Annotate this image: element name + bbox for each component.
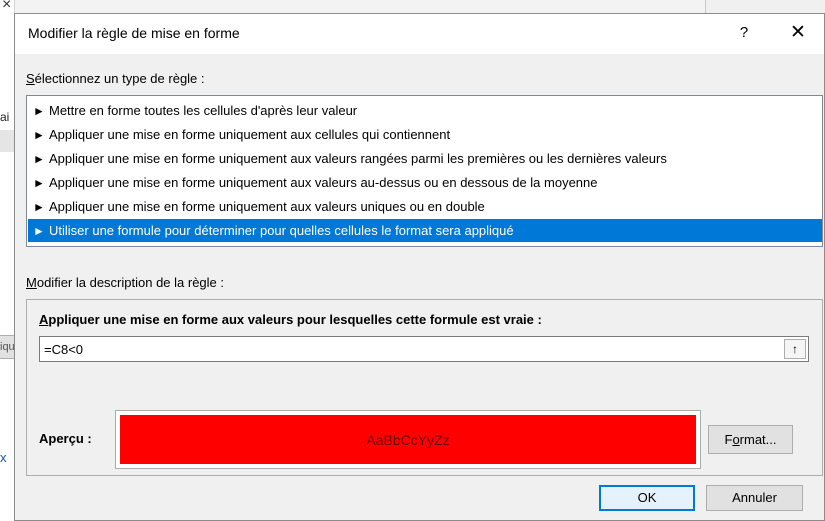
- arrow-right-icon: ►: [33, 200, 45, 214]
- arrow-right-icon: ►: [33, 128, 45, 142]
- format-button[interactable]: Format...: [708, 425, 793, 454]
- arrow-right-icon: ►: [33, 224, 45, 238]
- preview-box: AaBbCcYyZz: [115, 410, 701, 469]
- format-button-text-post: rmat...: [739, 432, 777, 447]
- collapse-dialog-button[interactable]: ↑: [784, 339, 806, 359]
- formula-header-text: ppliquer une mise en forme aux valeurs p…: [48, 312, 542, 327]
- rule-type-item-selected[interactable]: ► Utiliser une formule pour déterminer po…: [28, 219, 822, 242]
- formula-header: Appliquer une mise en forme aux valeurs …: [39, 312, 542, 327]
- rule-type-list[interactable]: ► Mettre en forme toutes les cellules d'a…: [26, 95, 823, 247]
- rule-type-item-label: Utiliser une formule pour déterminer pou…: [49, 223, 514, 238]
- arrow-right-icon: ►: [33, 152, 45, 166]
- formula-input[interactable]: [40, 337, 780, 361]
- rule-type-item-label: Appliquer une mise en forme uniquement a…: [49, 175, 598, 190]
- background-list-fragment: ai: [0, 110, 10, 124]
- rule-type-item-label: Appliquer une mise en forme uniquement a…: [49, 151, 667, 166]
- dialog-titlebar: Modifier la règle de mise en forme ? ✕: [15, 14, 824, 54]
- dialog-title: Modifier la règle de mise en forme: [28, 25, 240, 41]
- rule-type-label: Sélectionnez un type de règle :: [26, 71, 205, 86]
- background-link-fragment[interactable]: x: [0, 450, 14, 465]
- edit-formatting-rule-dialog: Modifier la règle de mise en forme ? ✕ S…: [14, 13, 825, 521]
- arrow-up-icon: ↑: [792, 342, 798, 356]
- formula-header-mnemonic: A: [39, 312, 49, 327]
- rule-description-label-mnemonic: M: [26, 275, 37, 290]
- formula-field: ↑: [39, 336, 809, 362]
- cancel-button[interactable]: Annuler: [706, 485, 803, 511]
- arrow-right-icon: ►: [33, 104, 45, 118]
- rule-type-item[interactable]: ► Mettre en forme toutes les cellules d'a…: [28, 99, 822, 122]
- rule-type-label-text: électionnez un type de règle :: [34, 71, 205, 86]
- background-window-right: [705, 0, 825, 14]
- help-icon[interactable]: ?: [734, 22, 754, 44]
- rule-type-item[interactable]: ► Appliquer une mise en forme uniquement …: [28, 147, 822, 170]
- preview-sample-text: AaBbCcYyZz: [366, 431, 450, 448]
- rule-description-label-text: odifier la description de la règle :: [36, 275, 225, 290]
- rule-description-panel: Appliquer une mise en forme aux valeurs …: [26, 299, 823, 476]
- background-window-strip: ×: [0, 0, 15, 521]
- ok-button[interactable]: OK: [599, 485, 695, 511]
- rule-type-item-label: Appliquer une mise en forme uniquement a…: [49, 127, 451, 142]
- preview-sample: AaBbCcYyZz: [120, 415, 696, 464]
- close-icon[interactable]: ✕: [784, 20, 812, 46]
- preview-label: Aperçu :: [39, 431, 92, 446]
- background-selected-row-fragment: [0, 130, 14, 152]
- format-button-mnemonic: o: [732, 432, 740, 447]
- rule-type-item[interactable]: ► Appliquer une mise en forme uniquement …: [28, 123, 822, 146]
- rule-type-item[interactable]: ► Appliquer une mise en forme uniquement …: [28, 171, 822, 194]
- background-button-fragment[interactable]: ique: [0, 335, 15, 359]
- rule-type-item-label: Appliquer une mise en forme uniquement a…: [49, 199, 485, 214]
- rule-description-label: Modifier la description de la règle :: [26, 275, 224, 290]
- rule-type-item-label: Mettre en forme toutes les cellules d'ap…: [49, 103, 358, 118]
- rule-type-item[interactable]: ► Appliquer une mise en forme uniquement …: [28, 195, 822, 218]
- background-close-icon[interactable]: ×: [2, 0, 11, 14]
- arrow-right-icon: ►: [33, 176, 45, 190]
- rule-type-label-mnemonic: S: [26, 71, 35, 86]
